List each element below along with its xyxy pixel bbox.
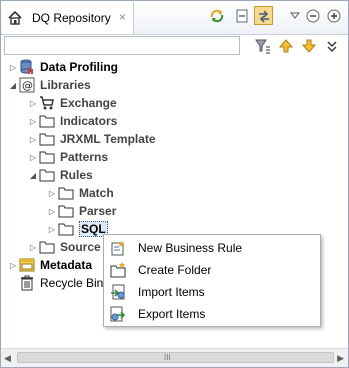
menu-item-import-items[interactable]: Import Items: [104, 281, 320, 303]
menu-item-label: Import Items: [138, 285, 205, 299]
double-arrow-icon[interactable]: [322, 36, 341, 55]
dq-repository-view: DQ Repository × ▷ Data Profiling ◢ @ Lib…: [0, 0, 349, 368]
tree-item-label: Exchange: [60, 96, 117, 110]
maximize-icon[interactable]: [324, 6, 343, 25]
expand-arrow-icon[interactable]: ▷: [7, 58, 19, 76]
expand-arrow-icon[interactable]: ▷: [27, 148, 39, 166]
collapse-all-icon[interactable]: [232, 6, 251, 25]
tree-item-label: Rules: [60, 168, 93, 182]
tree-item-label: Data Profiling: [40, 60, 119, 74]
refresh-icon[interactable]: [207, 6, 226, 25]
menu-item-label: New Business Rule: [138, 241, 243, 255]
menu-item-label: Create Folder: [138, 263, 212, 277]
libraries-icon: @: [19, 77, 35, 93]
menu-item-label: Export Items: [138, 307, 206, 321]
collapse-arrow-icon[interactable]: ◢: [27, 166, 39, 184]
database-profiling-icon: [19, 59, 35, 75]
tree-item-label: Parser: [79, 204, 117, 218]
tree-item-libraries[interactable]: ◢ @ Libraries: [7, 76, 91, 94]
folder-icon: [58, 221, 74, 237]
tree-item-jrxml-template[interactable]: ▷ JRXML Template: [27, 130, 156, 148]
folder-icon: [39, 167, 55, 183]
trash-icon: [19, 275, 35, 291]
expand-arrow-icon[interactable]: ▷: [46, 202, 58, 220]
tree-item-label: Source: [60, 240, 101, 254]
collapse-arrow-icon[interactable]: ◢: [7, 76, 19, 94]
tree-item-label: Patterns: [60, 150, 109, 164]
tree-item-exchange[interactable]: ▷ Exchange: [27, 94, 117, 112]
metadata-icon: [19, 257, 35, 273]
move-down-icon[interactable]: [299, 36, 318, 55]
tree-item-parser[interactable]: ▷ Parser: [46, 202, 116, 220]
expand-arrow-icon[interactable]: ▷: [27, 112, 39, 130]
folder-icon: [58, 185, 74, 201]
tree-item-label: Indicators: [60, 114, 118, 128]
home-icon: [8, 10, 22, 25]
tree-item-label: Recycle Bin: [40, 276, 104, 290]
expand-arrow-icon[interactable]: ▷: [46, 220, 58, 238]
tree-item-data-profiling[interactable]: ▷ Data Profiling: [7, 58, 118, 76]
tree-item-sql[interactable]: ▷ SQL: [46, 220, 108, 238]
tree-item-rules[interactable]: ◢ Rules: [27, 166, 93, 184]
expand-arrow-icon[interactable]: ▷: [27, 238, 39, 256]
view-menu-icon[interactable]: [285, 6, 304, 25]
scroll-right-icon[interactable]: ▶: [337, 353, 344, 364]
tab-title: DQ Repository: [32, 11, 111, 25]
svg-text:@: @: [22, 79, 33, 92]
context-menu: New Business Rule Create Folder Import I…: [103, 234, 321, 327]
menu-item-new-business-rule[interactable]: New Business Rule: [104, 237, 320, 259]
menu-item-export-items[interactable]: Export Items: [104, 303, 320, 325]
tab-dq-repository[interactable]: DQ Repository ×: [2, 2, 134, 34]
tree-item-match[interactable]: ▷ Match: [46, 184, 114, 202]
tree-item-label: Metadata: [40, 258, 93, 272]
new-business-rule-icon: [110, 240, 126, 256]
folder-icon: [39, 131, 55, 147]
move-up-icon[interactable]: [276, 36, 295, 55]
link-with-editor-icon[interactable]: [254, 6, 273, 25]
expand-arrow-icon[interactable]: ▷: [46, 184, 58, 202]
import-items-icon: [110, 284, 126, 300]
cart-icon: [39, 95, 55, 111]
folder-icon: [39, 113, 55, 129]
tree-item-metadata[interactable]: ▷ Metadata: [7, 256, 92, 274]
scrollbar-grip: III: [164, 353, 171, 362]
expand-arrow-icon[interactable]: ▷: [27, 130, 39, 148]
close-icon[interactable]: ×: [119, 10, 126, 24]
horizontal-scrollbar[interactable]: ◀ III ▶: [1, 348, 348, 367]
tree-item-indicators[interactable]: ▷ Indicators: [27, 112, 117, 130]
scroll-left-icon[interactable]: ◀: [4, 353, 11, 364]
minimize-icon[interactable]: [303, 6, 322, 25]
tree-item-label: JRXML Template: [60, 132, 156, 146]
menu-item-create-folder[interactable]: Create Folder: [104, 259, 320, 281]
folder-icon: [58, 203, 74, 219]
tree-item-label: Match: [79, 186, 114, 200]
expand-arrow-icon[interactable]: ▷: [27, 94, 39, 112]
export-items-icon: [110, 306, 126, 322]
tree-item-recycle-bin[interactable]: Recycle Bin: [7, 274, 103, 292]
filter-input[interactable]: [4, 36, 240, 55]
scrollbar-thumb[interactable]: III: [17, 352, 334, 363]
tree-item-source[interactable]: ▷ Source: [27, 238, 101, 256]
view-title-bar: DQ Repository ×: [1, 1, 348, 35]
create-folder-icon: [110, 262, 126, 278]
filter-icon[interactable]: [253, 36, 272, 55]
tree-item-patterns[interactable]: ▷ Patterns: [27, 148, 108, 166]
tree-item-label: Libraries: [40, 78, 91, 92]
expand-arrow-icon[interactable]: ▷: [7, 256, 19, 274]
folder-icon: [39, 239, 55, 255]
folder-icon: [39, 149, 55, 165]
